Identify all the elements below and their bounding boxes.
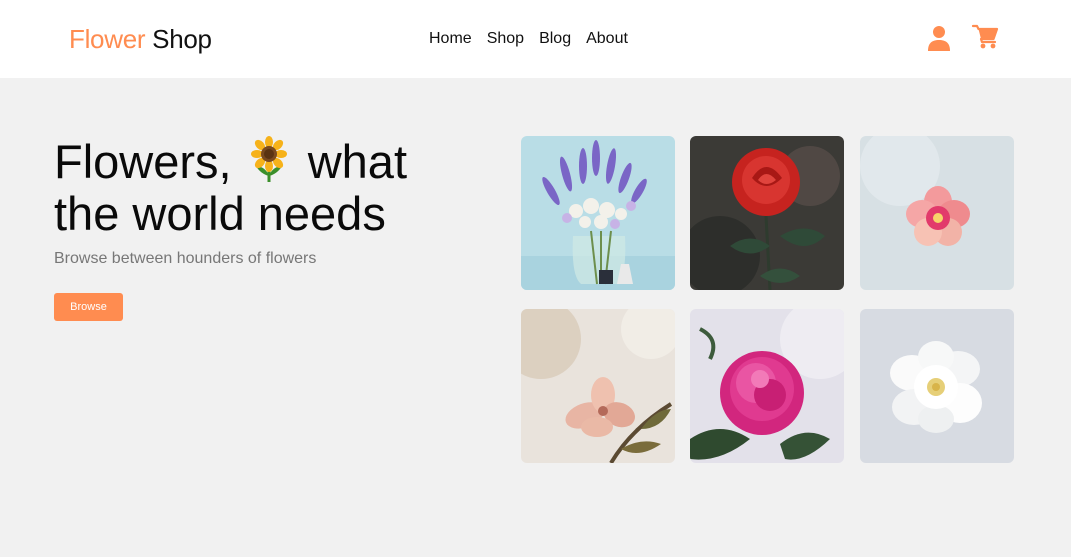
- brand-word-shop: Shop: [152, 24, 212, 54]
- white-rose-image[interactable]: [860, 309, 1014, 463]
- nav-link-shop[interactable]: Shop: [487, 30, 524, 48]
- browse-button[interactable]: Browse: [54, 293, 123, 321]
- nav-link-about[interactable]: About: [586, 30, 628, 48]
- red-rose-image[interactable]: [690, 136, 844, 290]
- nav-icons: [925, 22, 1017, 52]
- flower-gallery: [521, 136, 1015, 464]
- peach-blossom-image[interactable]: [521, 309, 675, 463]
- user-icon[interactable]: [925, 22, 955, 52]
- cart-icon[interactable]: [971, 22, 1001, 52]
- brand-word-flower: Flower: [69, 24, 146, 54]
- hero-title: Flowers, what the world needs: [54, 136, 474, 240]
- brand-logo[interactable]: Flower Shop: [69, 24, 212, 55]
- main-nav: Home Shop Blog About: [429, 30, 643, 48]
- nav-link-blog[interactable]: Blog: [539, 30, 571, 48]
- pink-peony-image[interactable]: [690, 309, 844, 463]
- sunflower-icon: [247, 136, 291, 184]
- hero-title-part1: Flowers,: [54, 135, 232, 188]
- pink-flower-image[interactable]: [860, 136, 1014, 290]
- navbar: Flower Shop Home Shop Blog About: [0, 0, 1071, 78]
- nav-link-home[interactable]: Home: [429, 30, 472, 48]
- hero-subtitle: Browse between hounders of flowers: [54, 250, 317, 267]
- lavender-bouquet-image[interactable]: [521, 136, 675, 290]
